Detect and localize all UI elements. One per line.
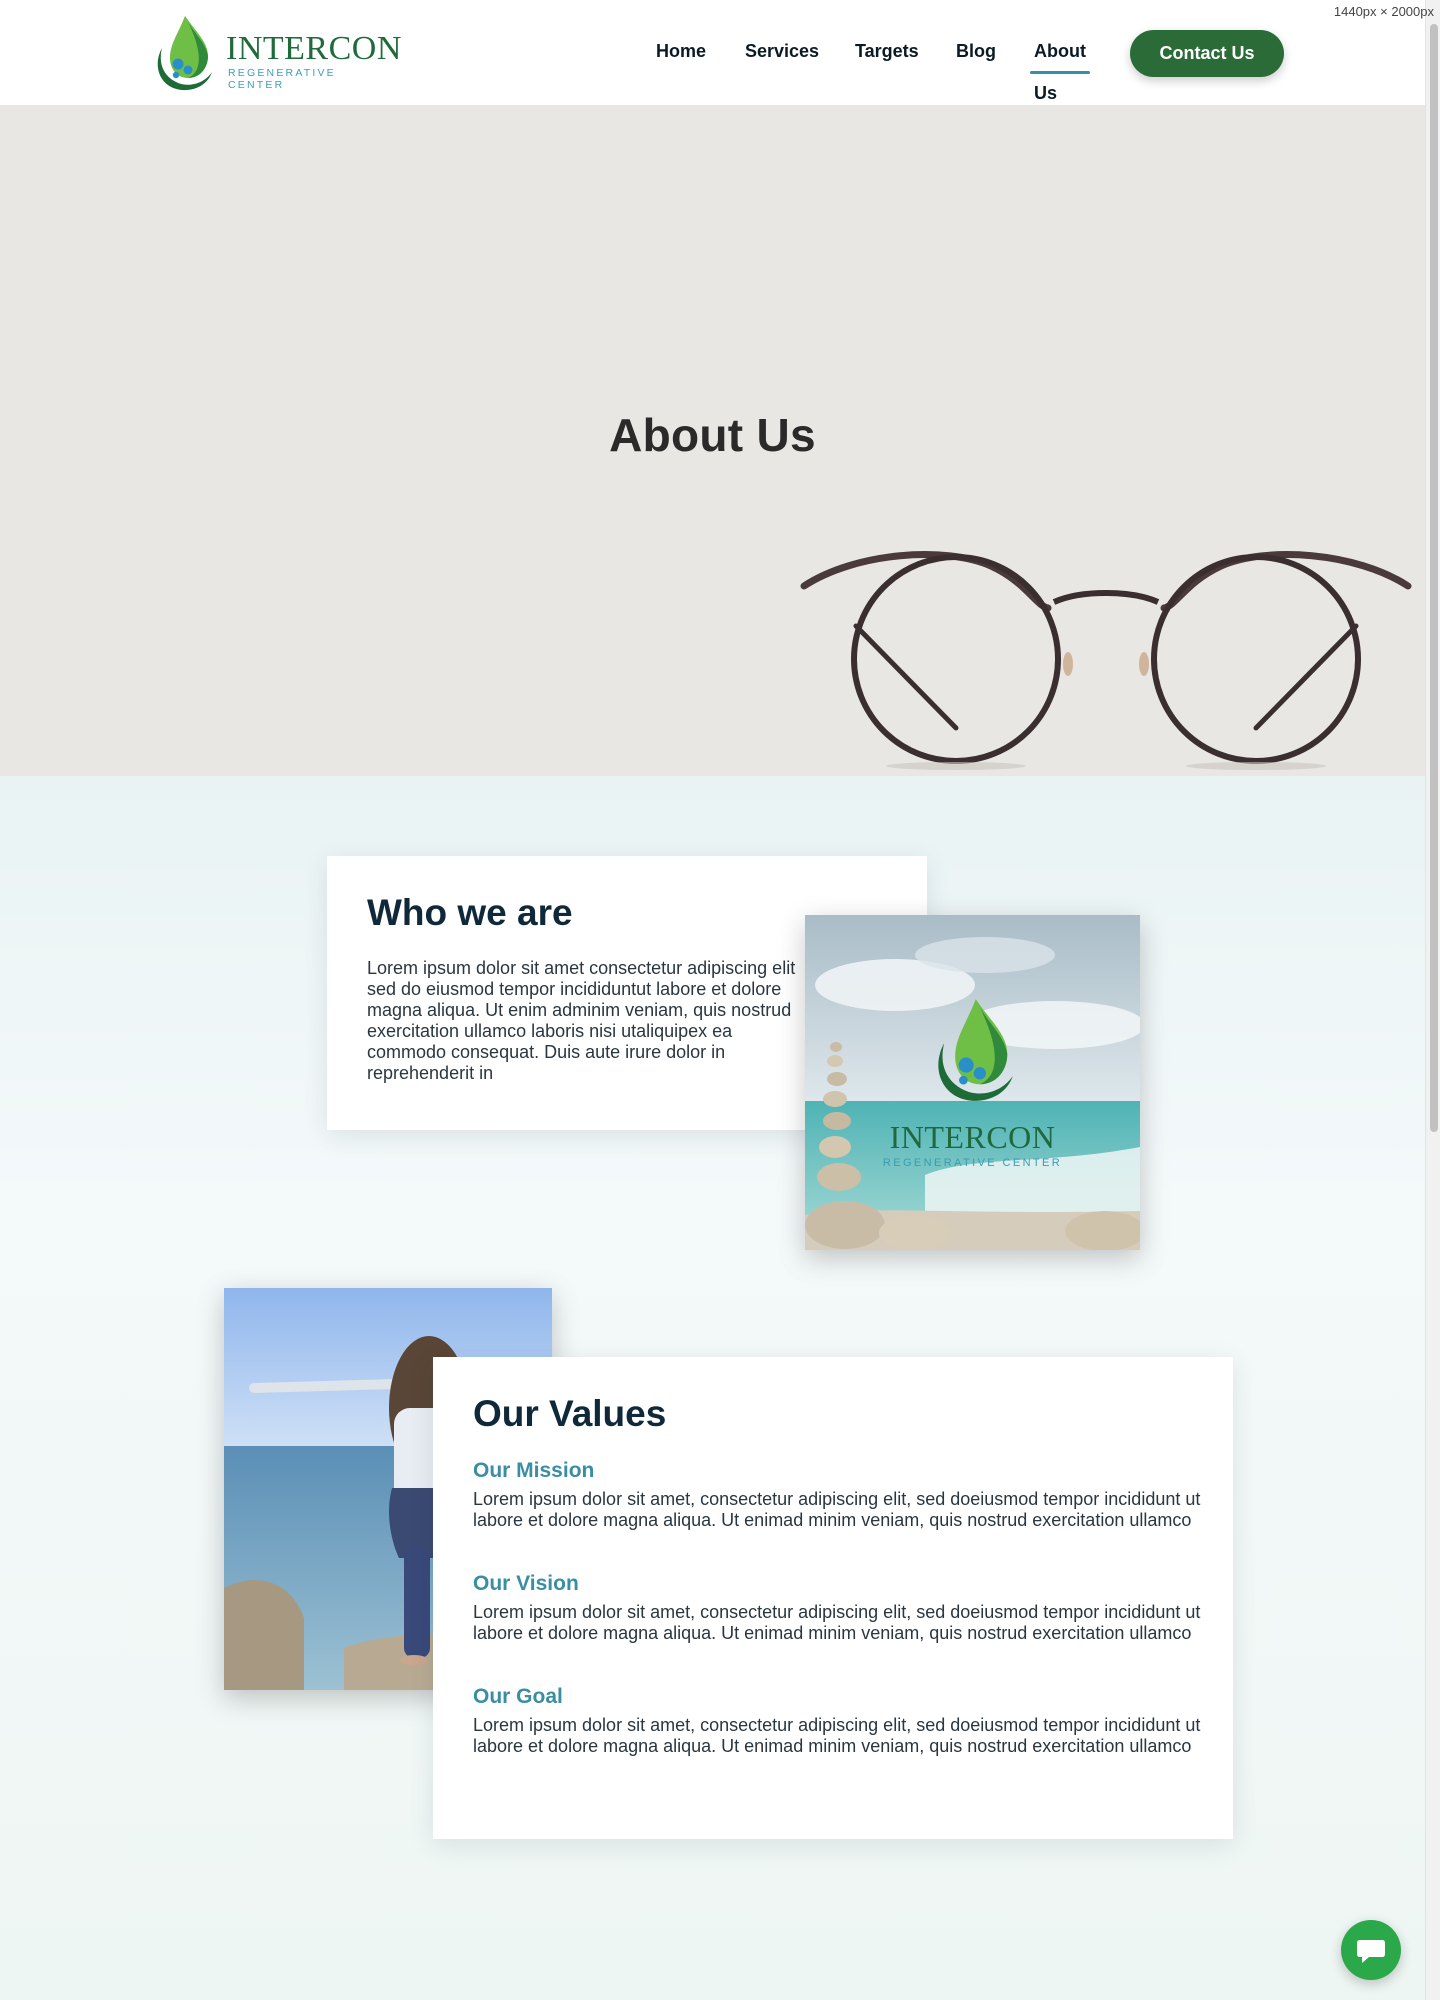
- our-values-card: Our Values Our Mission Lorem ipsum dolor…: [433, 1357, 1233, 1839]
- vision-title: Our Vision: [473, 1572, 579, 1595]
- vision-text: Lorem ipsum dolor sit amet, consectetur …: [473, 1602, 1201, 1643]
- who-we-are-title: Who we are: [367, 892, 573, 933]
- eyeglasses-image: [800, 551, 1412, 770]
- nav-blog[interactable]: Blog: [956, 30, 996, 74]
- viewport-size-label: 1440px × 2000px: [1333, 4, 1434, 19]
- logo-tagline: REGENERATIVE CENTER: [228, 67, 336, 91]
- nav-services[interactable]: Services: [745, 30, 819, 74]
- chat-bubble-icon: [1357, 1940, 1385, 1963]
- beach-logo-wordmark: INTERCON: [889, 1119, 1056, 1155]
- nav-about-us[interactable]: About Us: [1030, 30, 1090, 103]
- page-scrollbar[interactable]: [1425, 0, 1440, 2000]
- intercon-drop-logo-icon: [938, 999, 1013, 1101]
- about-content: Who we are Lorem ipsum dolor sit amet co…: [0, 776, 1425, 2000]
- our-values-title: Our Values: [473, 1393, 667, 1434]
- scrollbar-thumb[interactable]: [1430, 24, 1438, 1132]
- who-we-are-text: Lorem ipsum dolor sit amet consectetur a…: [367, 958, 796, 1083]
- goal-title: Our Goal: [473, 1685, 563, 1708]
- contact-us-button[interactable]: Contact Us: [1130, 30, 1284, 77]
- site-header: INTERCON REGENERATIVE CENTER Home Servic…: [0, 0, 1425, 106]
- chat-widget-button[interactable]: [1341, 1920, 1401, 1980]
- mission-title: Our Mission: [473, 1459, 595, 1482]
- logo-wordmark: INTERCON: [226, 30, 402, 67]
- nav-home[interactable]: Home: [656, 30, 706, 74]
- page: INTERCON REGENERATIVE CENTER Home Servic…: [0, 0, 1425, 2000]
- mission-text: Lorem ipsum dolor sit amet, consectetur …: [473, 1489, 1201, 1530]
- hero-banner: About Us: [0, 106, 1425, 776]
- beach-logo-photo: INTERCON REGENERATIVE CENTER: [805, 915, 1140, 1250]
- page-title: About Us: [609, 409, 816, 461]
- site-logo[interactable]: INTERCON REGENERATIVE CENTER: [148, 14, 401, 92]
- goal-text: Lorem ipsum dolor sit amet, consectetur …: [473, 1715, 1201, 1756]
- beach-logo-tagline: REGENERATIVE CENTER: [882, 1157, 1063, 1169]
- nav-targets[interactable]: Targets: [855, 30, 919, 74]
- intercon-drop-logo-icon: [157, 16, 212, 91]
